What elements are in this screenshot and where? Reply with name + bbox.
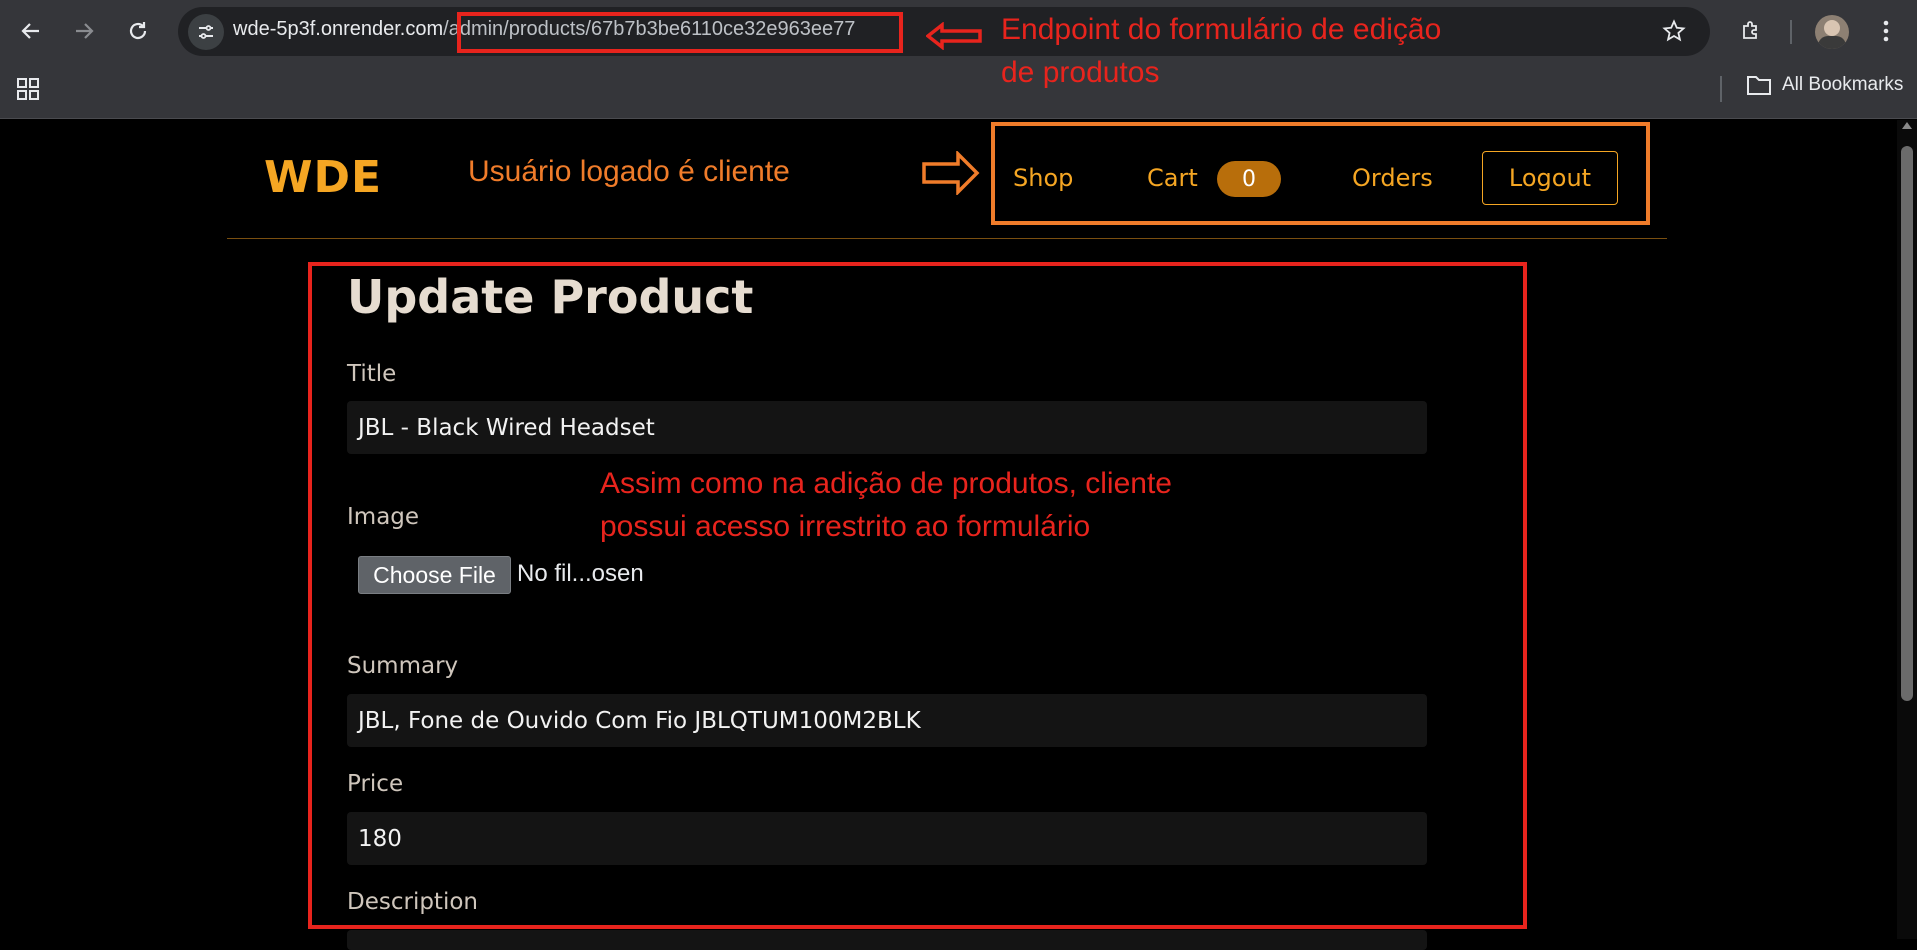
site-info-icon[interactable] — [188, 14, 224, 50]
access-annotation-line1: Assim como na adição de produtos, client… — [600, 467, 1172, 500]
star-icon — [1662, 19, 1686, 42]
access-annotation: Assim como na adição de produtos, client… — [600, 462, 1172, 548]
puzzle-icon — [1743, 21, 1757, 39]
bookmarks-bar: All Bookmarks — [0, 64, 1917, 119]
profile-avatar[interactable] — [1815, 15, 1849, 49]
description-input[interactable] — [347, 930, 1427, 950]
bookmark-star-button[interactable] — [1657, 14, 1691, 48]
back-button[interactable] — [14, 14, 48, 48]
endpoint-annotation-line2: de produtos — [1001, 56, 1160, 89]
forward-arrow-icon — [76, 23, 94, 39]
scrollbar-thumb[interactable] — [1901, 146, 1913, 701]
access-annotation-line2: possui acesso irrestrito ao formulário — [600, 510, 1091, 543]
extensions-button[interactable] — [1734, 14, 1768, 48]
right-arrow-annotation-icon — [922, 151, 980, 195]
url-host: wde-5p3f.onrender.com — [233, 18, 444, 40]
browser-menu-button[interactable] — [1869, 14, 1903, 48]
endpoint-annotation: Endpoint do formulário de edição de prod… — [1001, 8, 1441, 94]
form-highlight-box — [308, 262, 1527, 929]
url-highlight-box — [457, 12, 903, 53]
toolbar-divider — [1790, 20, 1792, 44]
reload-button[interactable] — [121, 14, 155, 48]
all-bookmarks-button[interactable]: All Bookmarks — [1746, 74, 1903, 96]
header-divider — [227, 238, 1667, 239]
logged-user-annotation: Usuário logado é cliente — [468, 155, 790, 188]
apps-grid-icon[interactable] — [15, 76, 41, 106]
back-arrow-icon — [21, 23, 39, 39]
left-arrow-annotation-icon — [926, 22, 982, 50]
all-bookmarks-label: All Bookmarks — [1782, 74, 1904, 95]
brand-logo[interactable]: WDE — [264, 152, 382, 203]
forward-button[interactable] — [67, 14, 101, 48]
folder-icon — [1747, 76, 1771, 95]
scroll-up-icon[interactable] — [1902, 122, 1912, 129]
kebab-menu-icon — [1883, 20, 1889, 42]
reload-icon — [129, 22, 147, 40]
nav-highlight-box — [991, 122, 1650, 225]
endpoint-annotation-line1: Endpoint do formulário de edição — [1001, 13, 1442, 46]
bookmark-divider — [1720, 76, 1722, 102]
